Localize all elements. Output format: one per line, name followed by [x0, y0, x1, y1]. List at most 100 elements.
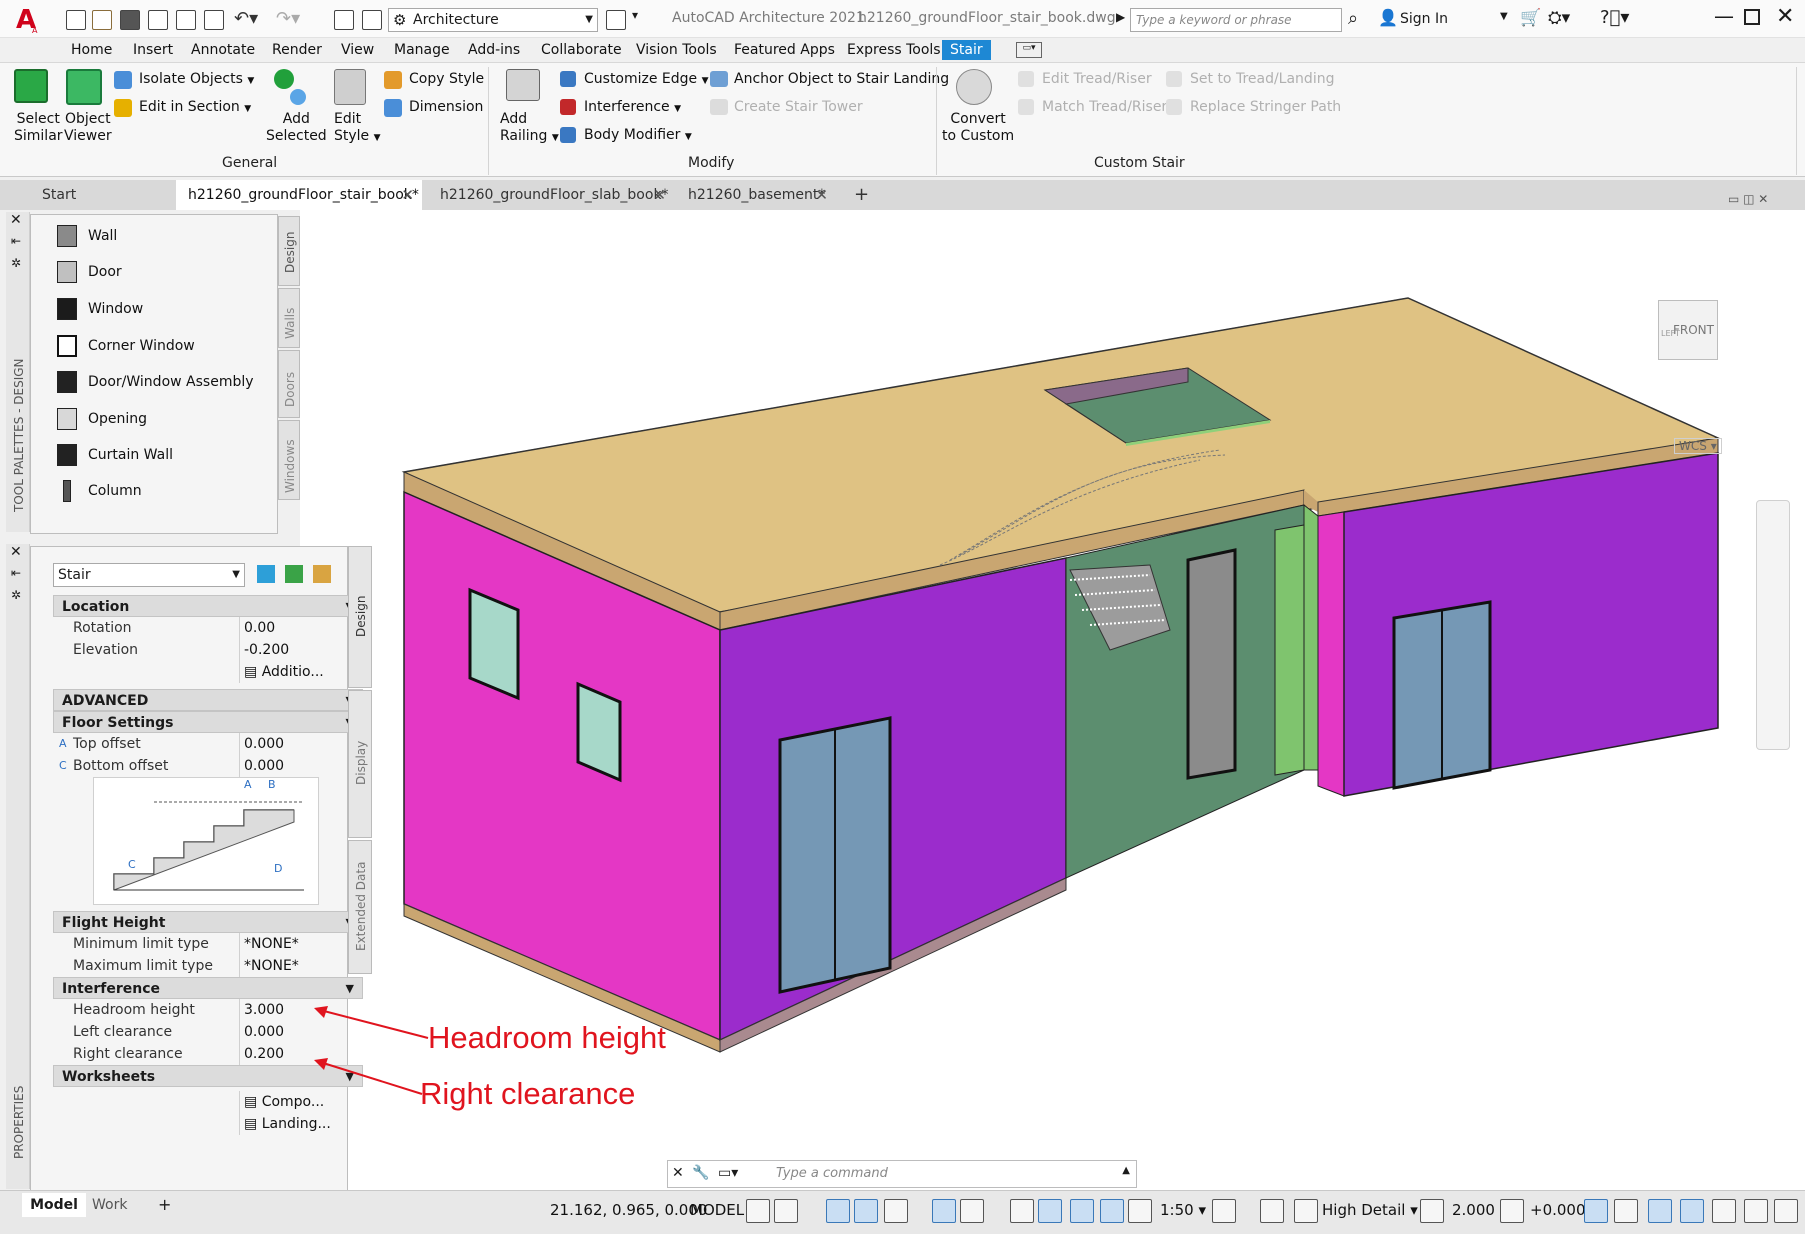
command-history-icon[interactable]: ▭▾ — [718, 1165, 738, 1181]
elevation-icon[interactable] — [1420, 1199, 1444, 1223]
palette-item-window[interactable]: Window — [31, 294, 271, 324]
save-icon[interactable] — [120, 10, 140, 30]
workspace-manager-icon[interactable] — [362, 10, 382, 30]
selection-cycling-icon[interactable] — [1038, 1199, 1062, 1223]
ribbon-minimize-icon[interactable]: ▭▾ — [1016, 42, 1042, 58]
object-viewer-button[interactable]: Object Viewer — [64, 111, 112, 145]
new-file-icon[interactable] — [66, 10, 86, 30]
palette-tab-windows[interactable]: Windows — [278, 420, 300, 500]
copy-style-button[interactable]: Copy Style — [409, 71, 484, 87]
rotation-row[interactable]: Rotation 0.00 — [53, 617, 363, 639]
object-type-select[interactable]: Stair ▼ — [53, 563, 245, 587]
close-icon[interactable]: ✕ — [815, 180, 828, 210]
add-railing-button[interactable]: Add Railing ▼ — [500, 111, 559, 147]
redo-icon[interactable]: ↷▾ — [276, 8, 300, 29]
tool-palette-strip[interactable]: ✕ ⇤ ✲ TOOL PALETTES - DESIGN — [6, 212, 30, 532]
top-offset-row[interactable]: A Top offset 0.000 — [53, 733, 363, 755]
select-similar-button[interactable]: Select Similar — [14, 111, 63, 145]
viewcube[interactable]: FRONT LEFT — [1658, 300, 1718, 360]
close-icon[interactable]: ✕ — [401, 180, 414, 210]
bottom-offset-row[interactable]: C Bottom offset 0.000 — [53, 755, 363, 777]
customize-edge-button[interactable]: Customize Edge ▼ — [584, 71, 709, 87]
scale-select[interactable]: 1:50 ▾ — [1160, 1201, 1206, 1219]
annotation-visibility-icon[interactable] — [1070, 1199, 1094, 1223]
coordinate-readout[interactable]: 21.162, 0.965, 0.000 — [550, 1201, 707, 1219]
palette-tab-doors[interactable]: Doors — [278, 350, 300, 418]
chevron-right-icon[interactable]: ▶ — [1116, 10, 1125, 24]
quick-select-icon[interactable] — [285, 565, 303, 583]
properties-icon[interactable]: ✲ — [11, 256, 21, 270]
tab-express-tools[interactable]: Express Tools — [847, 40, 941, 60]
edit-in-section-button[interactable]: Edit in Section ▼ — [139, 99, 251, 115]
tab-stair[interactable]: Stair — [942, 40, 991, 60]
rotation-value[interactable]: 0.00 — [239, 617, 339, 639]
min-limit-value[interactable]: *NONE* — [239, 933, 339, 955]
customize-qat-icon[interactable]: ▾ — [632, 8, 638, 22]
select-objects-icon[interactable] — [313, 565, 331, 583]
surface-hatch-icon[interactable] — [1584, 1199, 1608, 1223]
palette-item-door-window-assembly[interactable]: Door/Window Assembly — [31, 367, 271, 397]
viewport-restore-icons[interactable]: ▭ ◫ ✕ — [1728, 192, 1768, 206]
hardware-accel-icon[interactable] — [1648, 1199, 1672, 1223]
auto-scale-icon[interactable] — [1100, 1199, 1124, 1223]
create-stair-tower-button[interactable]: Create Stair Tower — [734, 99, 863, 115]
command-input[interactable]: Type a command — [776, 1166, 888, 1181]
additional-row[interactable]: ▤ Additio... — [53, 661, 363, 683]
advanced-header[interactable]: ADVANCED▼ — [53, 689, 363, 711]
isodraft-icon[interactable] — [932, 1199, 956, 1223]
cart-icon[interactable]: 🛒 — [1520, 8, 1541, 28]
crosshair-icon[interactable] — [1260, 1199, 1284, 1223]
palette-item-door[interactable]: Door — [31, 257, 271, 287]
convert-to-custom-button[interactable]: Convert to Custom — [942, 111, 1014, 145]
match-tread-button[interactable]: Match Tread/Riser — [1042, 99, 1167, 115]
tab-basement[interactable]: h21260_basement* ✕ — [676, 180, 836, 210]
body-modifier-button[interactable]: Body Modifier ▼ — [584, 127, 692, 143]
close-icon[interactable]: ✕ — [1776, 4, 1794, 29]
snap-icon[interactable] — [774, 1199, 798, 1223]
properties-tab-extended-data[interactable]: Extended Data — [348, 840, 372, 974]
navigation-bar[interactable] — [1756, 500, 1790, 750]
palette-item-column[interactable]: Column — [31, 476, 271, 506]
user-icon[interactable]: 👤 — [1378, 8, 1398, 27]
edit-style-button[interactable]: Edit Style ▼ — [334, 111, 381, 147]
chevron-down-icon[interactable]: ▼ — [1500, 11, 1508, 22]
dimension-button[interactable]: Dimension — [409, 99, 483, 115]
open-file-icon[interactable] — [92, 10, 112, 30]
clean-screen-icon[interactable] — [1680, 1199, 1704, 1223]
tab-manage[interactable]: Manage — [394, 40, 450, 60]
app-logo-icon[interactable]: AA — [14, 4, 40, 35]
sign-in-button[interactable]: Sign In — [1400, 11, 1448, 27]
flight-height-header[interactable]: Flight Height▼ — [53, 911, 363, 933]
elevation-value[interactable]: -0.200 — [239, 639, 339, 661]
close-icon[interactable]: ✕ — [653, 180, 666, 210]
replace-stringer-button[interactable]: Replace Stringer Path — [1190, 99, 1341, 115]
new-tab-button[interactable]: + — [842, 180, 872, 210]
tab-featured-apps[interactable]: Featured Apps — [734, 40, 835, 60]
tab-slab-book[interactable]: h21260_groundFloor_slab_book* ✕ — [428, 180, 674, 210]
tab-vision-tools[interactable]: Vision Tools — [636, 40, 717, 60]
tab-collaborate[interactable]: Collaborate — [541, 40, 622, 60]
tab-render[interactable]: Render — [272, 40, 322, 60]
gear-icon[interactable] — [1212, 1199, 1236, 1223]
floor-settings-header[interactable]: Floor Settings▼ — [53, 711, 363, 733]
landing-button[interactable]: ▤ Landing... — [239, 1113, 339, 1135]
help-icon[interactable]: ?⃝▾ — [1600, 7, 1629, 28]
add-selection-icon[interactable] — [257, 565, 275, 583]
tab-insert[interactable]: Insert — [133, 40, 173, 60]
minimize-icon[interactable]: — — [1714, 4, 1734, 28]
layer-icon[interactable] — [606, 10, 626, 30]
add-selected-button[interactable]: Add Selected — [266, 111, 327, 145]
elevation-offset-value[interactable]: +0.000 — [1530, 1201, 1586, 1219]
tab-view[interactable]: View — [341, 40, 374, 60]
additional-button[interactable]: ▤ Additio... — [239, 661, 339, 683]
wcs-menu[interactable]: WCS ▾ — [1674, 438, 1722, 454]
search-icon[interactable]: ⌕ — [1348, 8, 1358, 29]
edit-tread-button[interactable]: Edit Tread/Riser — [1042, 71, 1152, 87]
workspace-icon[interactable] — [1712, 1199, 1736, 1223]
set-to-tread-button[interactable]: Set to Tread/Landing — [1190, 71, 1334, 87]
workspace-select[interactable]: ⚙ Architecture ▼ — [388, 8, 598, 32]
wrench-icon[interactable]: 🔧 — [692, 1165, 709, 1181]
polar-icon[interactable] — [884, 1199, 908, 1223]
osnap-icon[interactable] — [960, 1199, 984, 1223]
layout-tab-model[interactable]: Model — [22, 1193, 86, 1217]
